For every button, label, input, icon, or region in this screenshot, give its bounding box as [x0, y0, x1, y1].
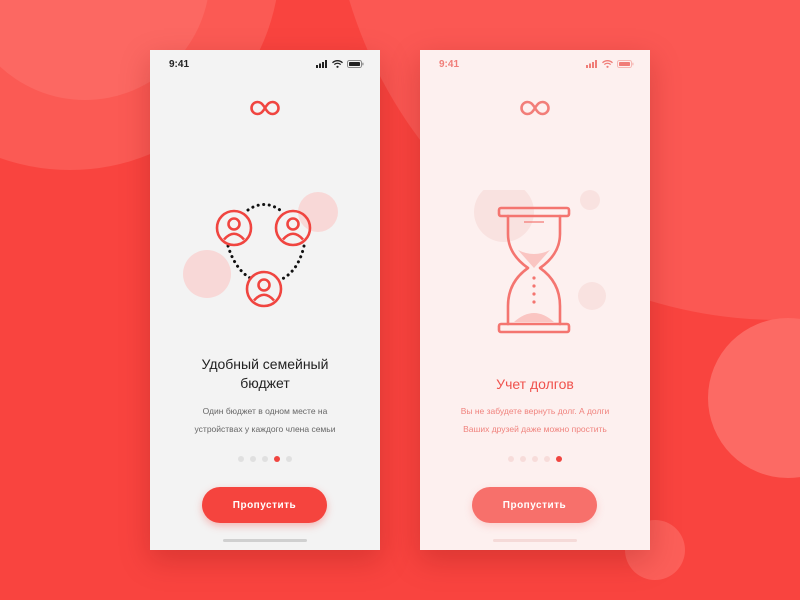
wifi-icon — [332, 60, 343, 68]
page-dot[interactable] — [238, 456, 244, 462]
hourglass-icon — [474, 190, 606, 334]
home-indicator[interactable] — [223, 539, 307, 542]
infinity-logo-icon — [520, 100, 550, 116]
battery-icon — [347, 60, 364, 68]
wifi-icon — [602, 60, 613, 68]
background — [0, 0, 800, 600]
status-time: 9:41 — [439, 58, 460, 70]
cellular-signal-icon — [586, 60, 597, 68]
description-line: Вы не забудете вернуть долг. А долги — [460, 406, 610, 416]
title-line: бюджет — [240, 375, 290, 391]
title-line: Учет долгов — [496, 376, 574, 392]
battery-icon — [617, 60, 634, 68]
status-bar: 9:41 — [420, 50, 650, 78]
home-indicator[interactable] — [493, 539, 577, 542]
title-line: Удобный семейный — [201, 356, 329, 372]
skip-button[interactable]: Пропустить — [472, 487, 597, 523]
description-line: Ваших друзей даже можно простить — [463, 424, 607, 434]
infinity-logo-icon — [250, 100, 280, 116]
screen-description: Вы не забудете вернуть долг. А долги Ваш… — [430, 402, 640, 438]
page-dot[interactable] — [520, 456, 526, 462]
onboarding-screen-family-budget: 9:41 Удобный семейный бюджет Один бюджет… — [150, 50, 380, 550]
background-circle — [708, 318, 800, 478]
page-dot[interactable] — [532, 456, 538, 462]
description-line: Один бюджет в одном месте на — [202, 406, 328, 416]
page-dot[interactable] — [262, 456, 268, 462]
page-dot-active[interactable] — [556, 456, 562, 462]
skip-button[interactable]: Пропустить — [202, 487, 327, 523]
page-dot[interactable] — [286, 456, 292, 462]
page-dot[interactable] — [250, 456, 256, 462]
page-dot-active[interactable] — [274, 456, 280, 462]
screen-description: Один бюджет в одном месте на устройствах… — [160, 402, 370, 438]
page-indicator — [150, 456, 380, 462]
status-time: 9:41 — [169, 58, 190, 70]
status-bar: 9:41 — [150, 50, 380, 78]
onboarding-screen-debts: 9:41 Учет долгов Вы не забудете вернуть … — [420, 50, 650, 550]
screen-title: Удобный семейный бюджет — [160, 355, 370, 393]
page-dot[interactable] — [544, 456, 550, 462]
cellular-signal-icon — [316, 60, 327, 68]
screen-title: Учет долгов — [430, 375, 640, 394]
page-indicator — [420, 456, 650, 462]
description-line: устройствах у каждого члена семьи — [194, 424, 336, 434]
family-members-icon — [183, 192, 338, 308]
page-dot[interactable] — [508, 456, 514, 462]
